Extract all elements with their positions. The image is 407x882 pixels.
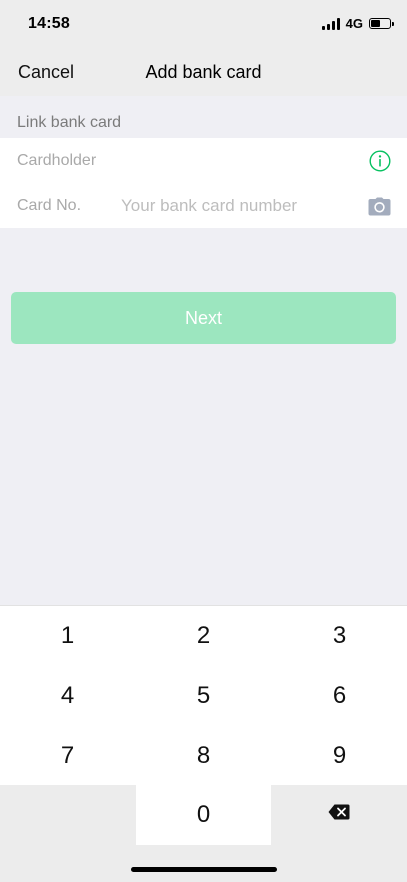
status-indicators: 4G [321,16,394,31]
key-5[interactable]: 5 [136,666,271,726]
card-number-row: Card No. [0,183,407,228]
page-title: Add bank card [145,62,262,82]
key-2[interactable]: 2 [136,606,271,666]
card-number-input[interactable] [121,193,351,219]
backspace-icon [328,804,350,820]
battery-icon [369,18,394,29]
status-time: 14:58 [28,15,70,32]
next-button[interactable]: Next [11,292,396,344]
keypad-footer [136,845,271,882]
key-4[interactable]: 4 [0,666,135,726]
key-8[interactable]: 8 [136,726,271,786]
nav-bar: Cancel Add bank card [0,50,407,96]
home-indicator [131,867,277,872]
key-7[interactable]: 7 [0,726,135,786]
info-icon[interactable] [369,150,391,172]
network-type: 4G [345,16,363,31]
numeric-keypad: 1 2 3 4 5 6 7 8 9 0 [0,605,407,882]
status-bar: 14:58 4G [0,0,407,50]
key-3[interactable]: 3 [272,606,407,666]
card-number-label: Card No. [17,197,82,214]
key-9[interactable]: 9 [272,726,407,786]
battery-level [371,20,380,27]
camera-icon[interactable] [368,197,391,216]
bank-card-form: Cardholder Card No. [0,138,407,228]
backspace-key[interactable] [271,785,407,882]
key-6[interactable]: 6 [272,666,407,726]
key-blank [0,785,136,882]
key-1[interactable]: 1 [0,606,135,666]
cardholder-row: Cardholder [0,138,407,183]
key-0[interactable]: 0 [136,785,271,845]
section-label: Link bank card [17,114,122,131]
cardholder-label: Cardholder [17,152,97,169]
signal-icon [321,17,340,30]
